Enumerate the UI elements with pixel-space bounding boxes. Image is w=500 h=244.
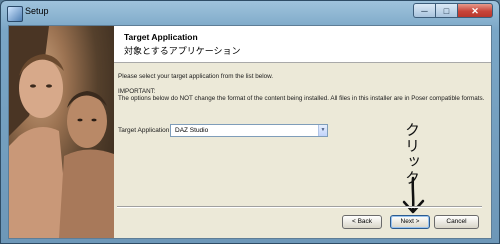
next-button[interactable]: Next > (390, 215, 430, 229)
header-panel: Target Application 対象とするアプリケーション (114, 26, 491, 63)
dropdown-arrow-icon[interactable]: ▼ (318, 125, 327, 136)
down-arrow-icon (402, 176, 425, 214)
target-application-value: DAZ Studio (175, 126, 209, 134)
target-application-label: Target Application (118, 127, 170, 134)
maximize-button[interactable]: □ (435, 3, 457, 18)
target-application-select[interactable]: DAZ Studio ▼ (170, 124, 328, 137)
back-button[interactable]: < Back (342, 215, 382, 229)
footer-divider (117, 206, 482, 208)
close-button[interactable]: ✕ (457, 3, 493, 18)
window-controls: ─ □ ✕ (413, 3, 493, 20)
important-text: The options below do NOT change the form… (118, 95, 485, 102)
page-subtitle: 対象とするアプリケーション (124, 46, 241, 56)
title-bar[interactable]: Setup ─ □ ✕ (1, 1, 499, 25)
setup-window: Setup ─ □ ✕ Target Application 対象とするアプリケ… (0, 0, 500, 244)
minimize-button[interactable]: ─ (413, 3, 435, 18)
instruction-text: Please select your target application fr… (118, 73, 274, 80)
side-banner-image (9, 26, 114, 238)
app-icon (7, 6, 23, 22)
people-illustration (9, 26, 114, 238)
important-label: IMPORTANT: (118, 88, 156, 95)
window-title: Setup (25, 6, 49, 16)
page-title: Target Application (124, 32, 198, 42)
cancel-button[interactable]: Cancel (434, 215, 479, 229)
